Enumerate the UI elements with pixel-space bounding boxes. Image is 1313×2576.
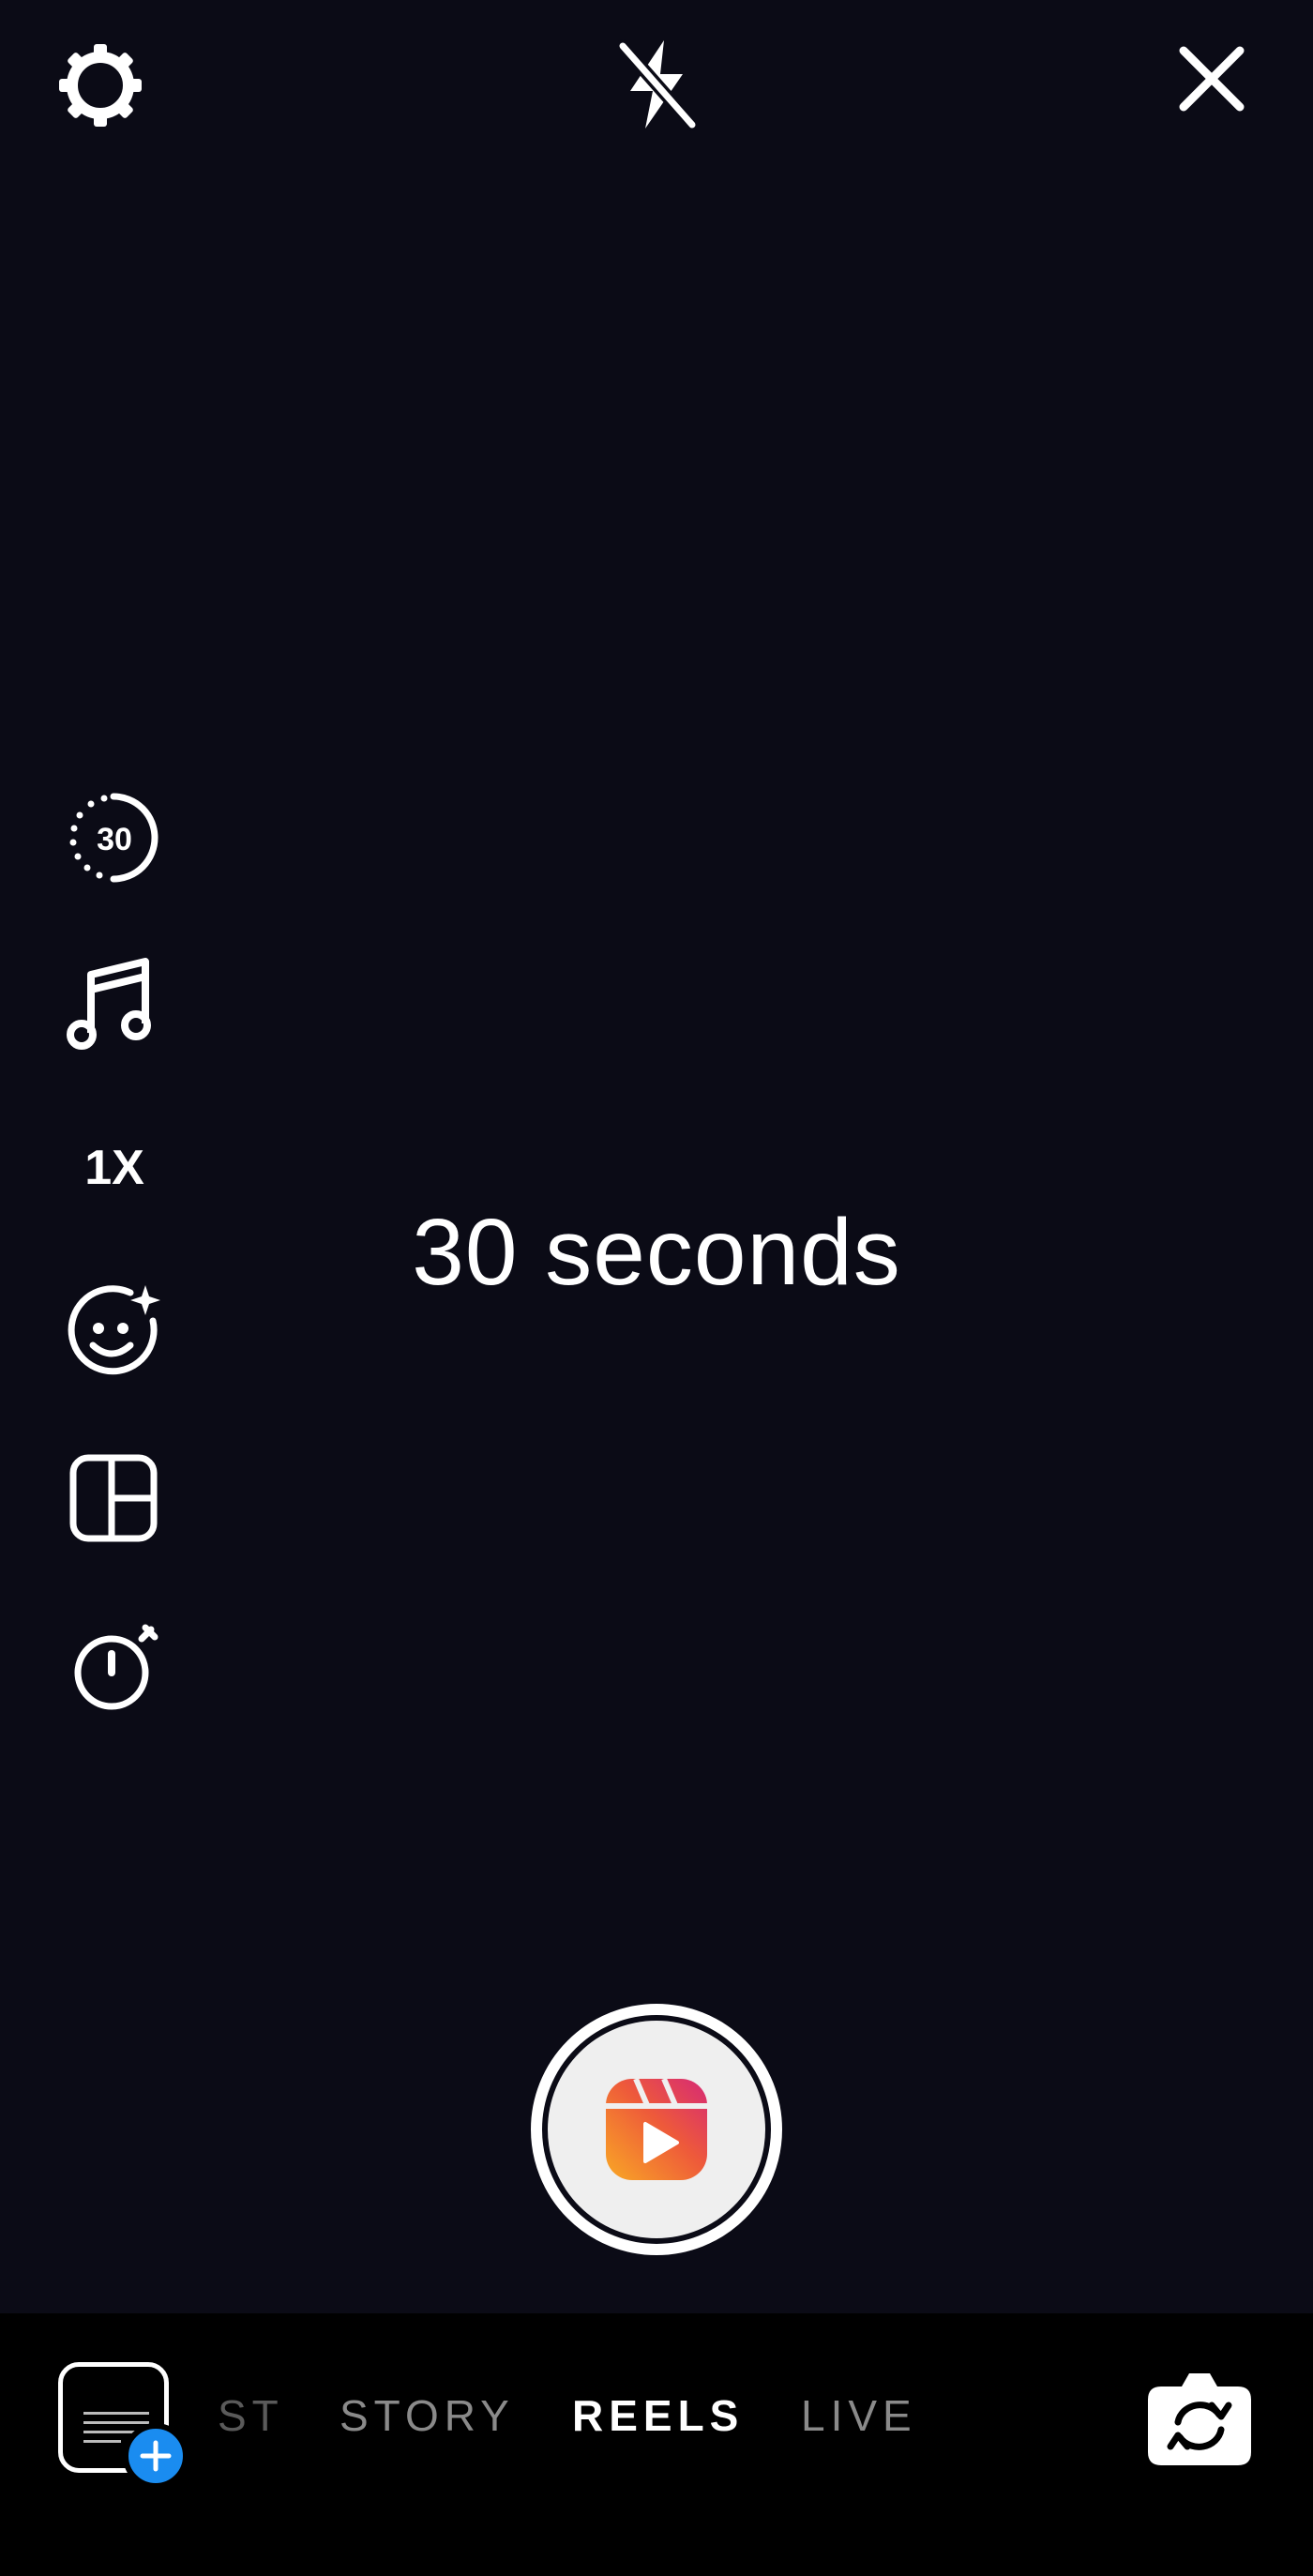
record-button[interactable] [531,2004,782,2255]
audio-button[interactable] [58,947,161,1060]
mode-selector: ST STORY REELS LIVE [0,2390,1313,2456]
layout-button[interactable] [62,1447,165,1550]
music-note-icon [67,958,151,1050]
length-button[interactable]: 30 [62,786,165,889]
reels-icon [606,2077,707,2180]
flash-toggle-button[interactable] [605,28,708,141]
mode-tab-live[interactable]: LIVE [801,2390,917,2441]
mode-tab-story[interactable]: STORY [340,2390,515,2441]
timer-30-icon: 30 [69,793,158,883]
camera-viewfinder[interactable] [0,0,1313,2313]
timer-button[interactable] [62,1615,165,1719]
duration-indicator: 30 seconds [412,1200,901,1305]
flip-camera-button[interactable] [1144,2368,1255,2469]
gear-icon [59,44,142,127]
record-button-inner [548,2021,765,2238]
mode-tab-post[interactable]: ST [218,2390,284,2441]
settings-button[interactable] [49,34,152,137]
flash-off-icon [616,39,699,131]
close-button[interactable] [1163,30,1260,128]
close-icon [1179,46,1245,112]
stopwatch-icon [74,1624,158,1710]
mode-tab-reels[interactable]: REELS [572,2390,744,2441]
length-value: 30 [97,822,132,857]
speed-button[interactable]: 1X [58,1140,171,1196]
layout-grid-icon [69,1454,158,1542]
flip-camera-icon [1148,2373,1251,2465]
